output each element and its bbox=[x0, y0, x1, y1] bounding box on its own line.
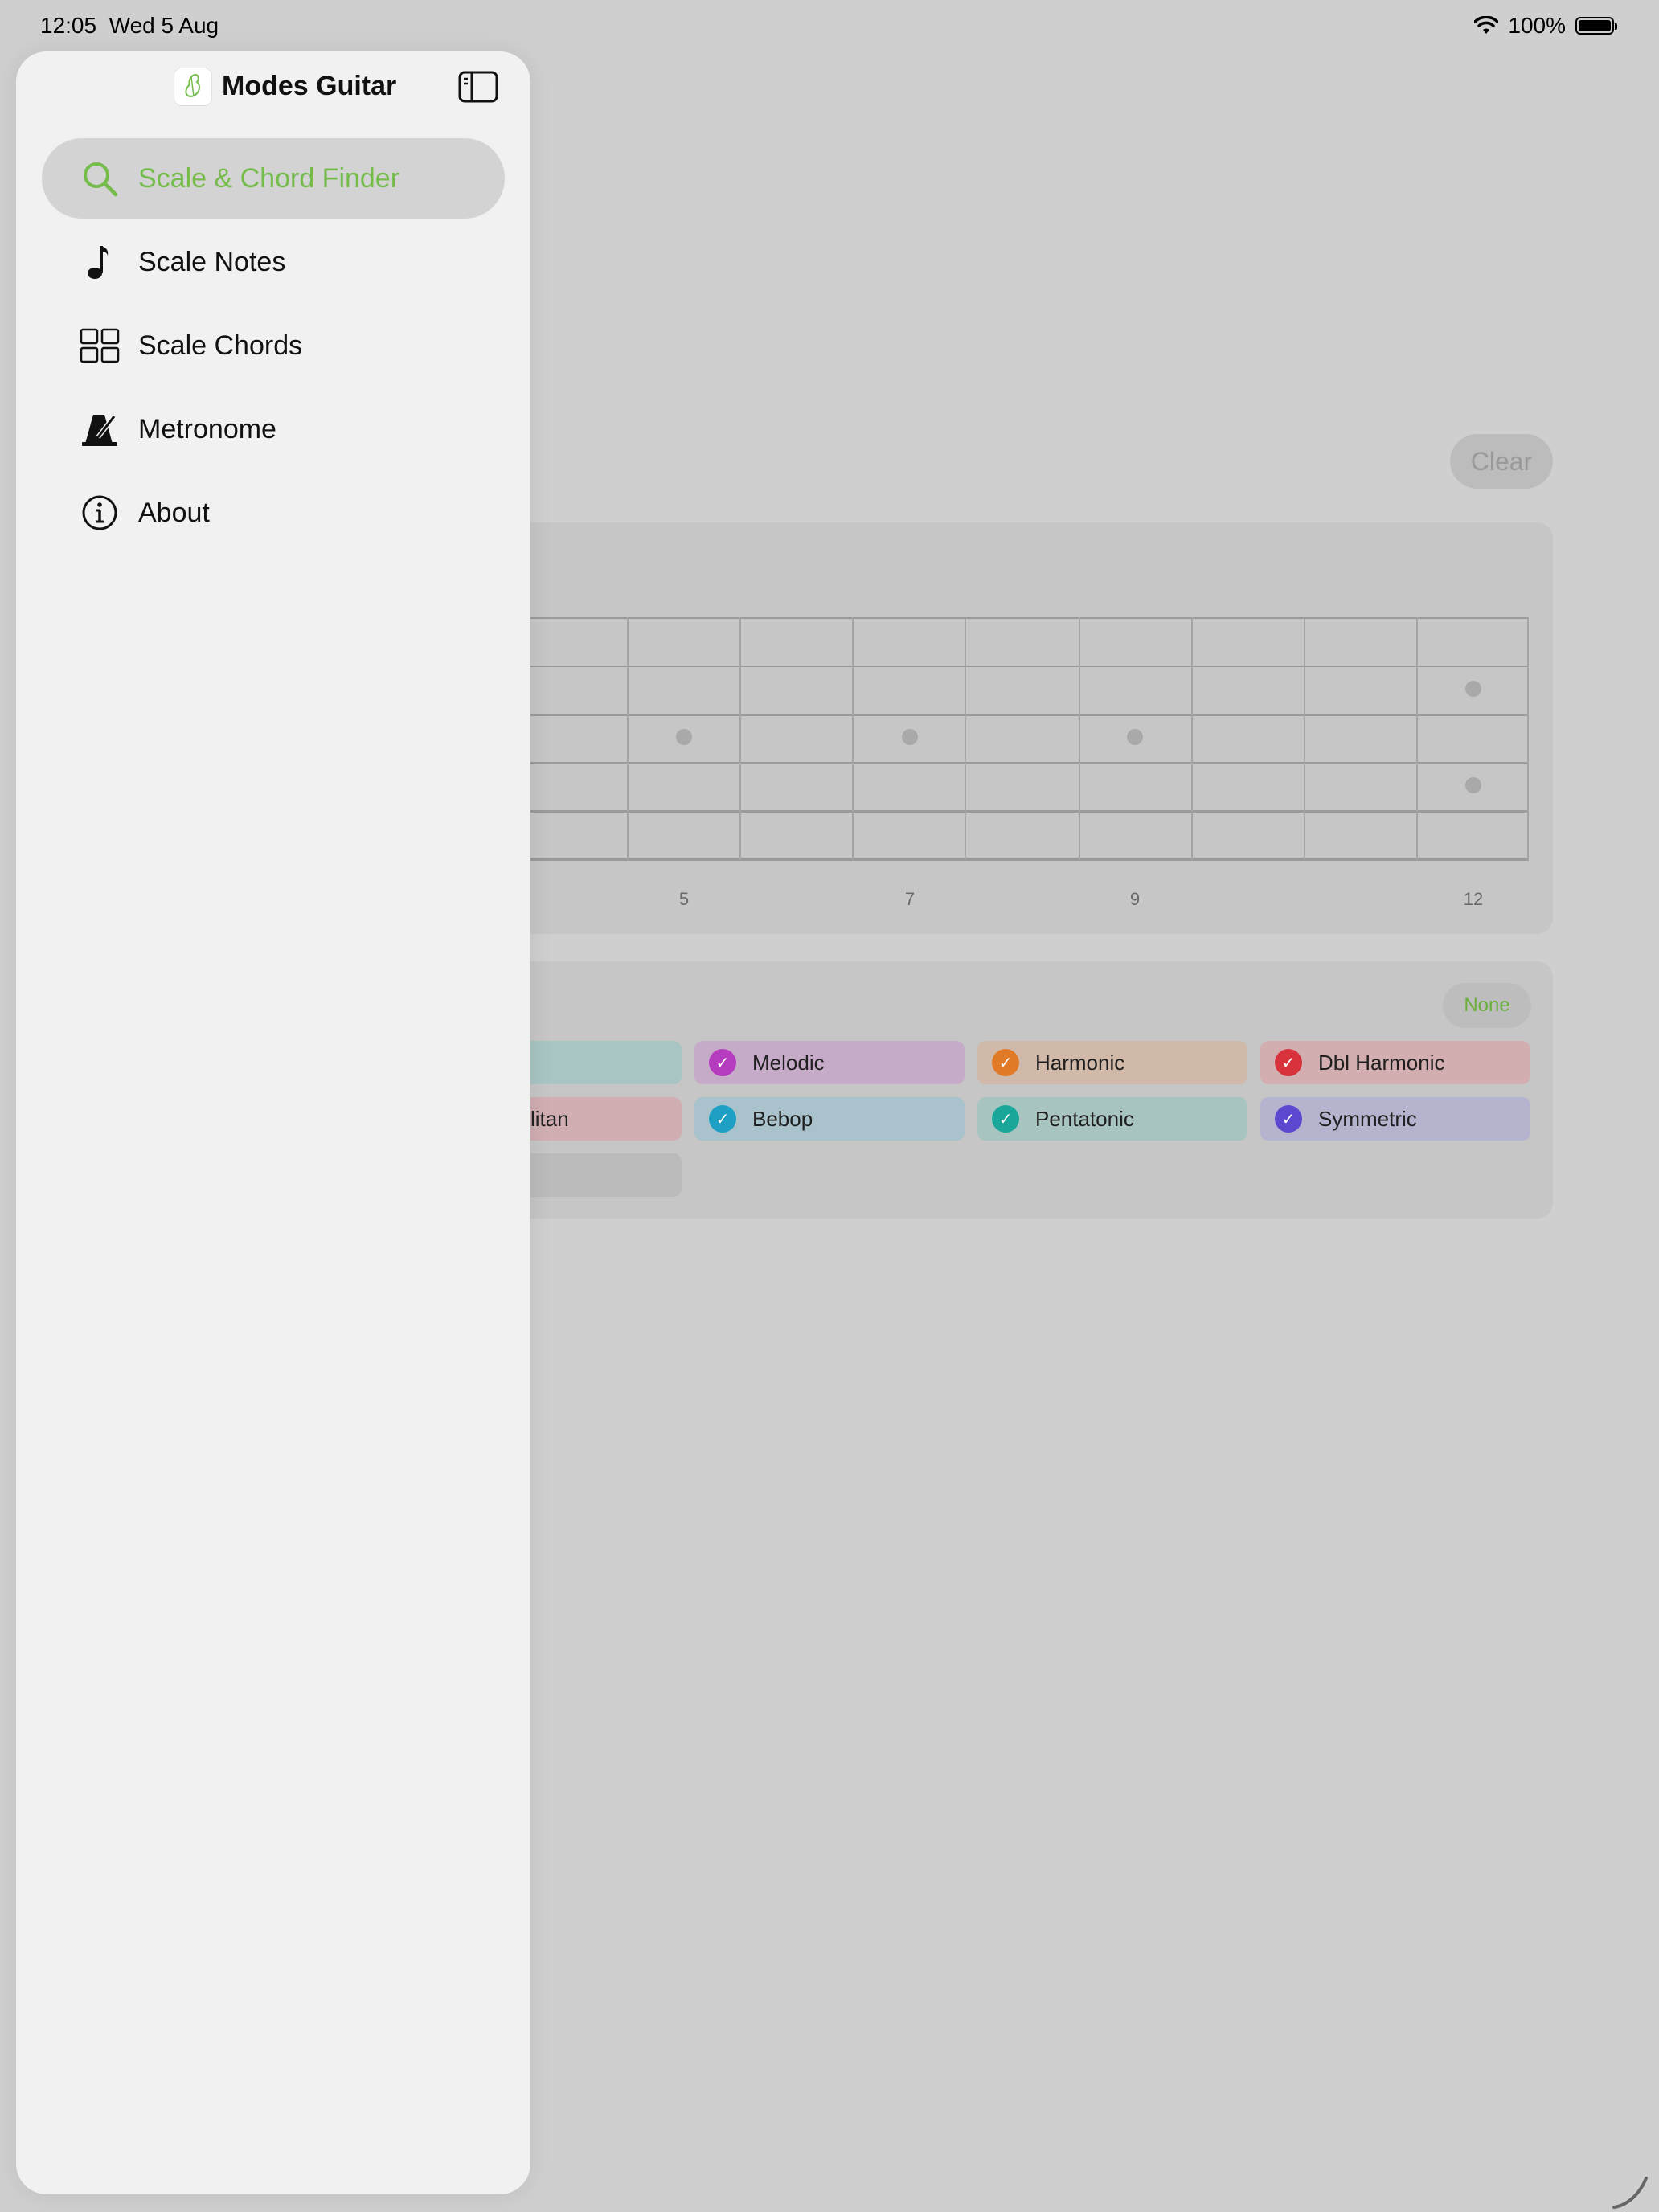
fret bbox=[965, 617, 966, 860]
info-icon bbox=[79, 492, 121, 534]
check-icon: ✓ bbox=[1275, 1105, 1302, 1133]
sidebar-item-label: Scale & Chord Finder bbox=[138, 162, 400, 194]
category-chip-pentatonic[interactable]: ✓ Pentatonic bbox=[977, 1097, 1247, 1141]
fret-inlay bbox=[1465, 681, 1481, 697]
category-chip-melodic[interactable]: ✓ Melodic bbox=[694, 1041, 965, 1084]
chip-label: litan bbox=[530, 1106, 569, 1131]
battery-percent: 100% bbox=[1508, 13, 1566, 38]
clock-time: 12:05 bbox=[40, 13, 97, 38]
app-title: Modes Guitar bbox=[222, 71, 397, 101]
chip-label: Melodic bbox=[752, 1050, 825, 1075]
check-icon: ✓ bbox=[992, 1049, 1019, 1076]
clear-button[interactable]: Clear bbox=[1450, 434, 1553, 489]
category-chip-bebop[interactable]: ✓ Bebop bbox=[694, 1097, 965, 1141]
sidebar-item-label: Metronome bbox=[138, 413, 276, 444]
search-icon bbox=[79, 158, 121, 199]
status-time: 12:05 Wed 5 Aug bbox=[40, 13, 219, 39]
sidebar-item-label: Scale Chords bbox=[138, 330, 303, 361]
fret bbox=[739, 617, 741, 860]
status-bar: 12:05 Wed 5 Aug 100% bbox=[0, 0, 1659, 51]
music-note-icon bbox=[79, 241, 121, 283]
fret-number: 9 bbox=[1129, 889, 1141, 909]
clock-date: Wed 5 Aug bbox=[109, 13, 219, 38]
fret-number: 7 bbox=[904, 889, 916, 909]
battery-icon bbox=[1575, 17, 1617, 35]
chip-label: Dbl Harmonic bbox=[1318, 1050, 1445, 1075]
fret bbox=[1304, 617, 1305, 860]
fret bbox=[852, 617, 854, 860]
check-icon: ✓ bbox=[1275, 1049, 1302, 1076]
check-icon: ✓ bbox=[992, 1105, 1019, 1133]
grid-icon bbox=[79, 325, 121, 367]
fret-inlay bbox=[1465, 777, 1481, 793]
category-chip-dbl-harmonic[interactable]: ✓ Dbl Harmonic bbox=[1260, 1041, 1530, 1084]
sidebar-item-scale-notes[interactable]: Scale Notes bbox=[42, 222, 505, 302]
chip-label: Symmetric bbox=[1318, 1106, 1417, 1131]
wifi-icon bbox=[1474, 16, 1499, 34]
home-indicator-corner bbox=[1612, 2177, 1648, 2209]
chip-label: Pentatonic bbox=[1035, 1106, 1134, 1131]
fret bbox=[627, 617, 629, 860]
check-icon: ✓ bbox=[709, 1049, 736, 1076]
sidebar-item-label: About bbox=[138, 497, 210, 528]
sidebar-item-label: Scale Notes bbox=[138, 246, 286, 277]
chip-label: Harmonic bbox=[1035, 1050, 1125, 1075]
guitar-icon bbox=[185, 73, 200, 97]
fret-inlay bbox=[676, 729, 692, 745]
fret bbox=[1527, 617, 1529, 860]
sidebar-item-metronome[interactable]: Metronome bbox=[42, 389, 505, 469]
guitar-app-icon bbox=[174, 68, 212, 106]
category-chip-symmetric[interactable]: ✓ Symmetric bbox=[1260, 1097, 1530, 1141]
check-icon: ✓ bbox=[709, 1105, 736, 1133]
sidebar-item-scale-chords[interactable]: Scale Chords bbox=[42, 305, 505, 386]
battery-fill bbox=[1579, 20, 1611, 31]
fret-inlay bbox=[1127, 729, 1143, 745]
fret bbox=[1079, 617, 1080, 860]
fret-number: 5 bbox=[678, 889, 690, 909]
sidebar-item-scale-chord-finder[interactable]: Scale & Chord Finder bbox=[42, 138, 505, 219]
category-chip-harmonic[interactable]: ✓ Harmonic bbox=[977, 1041, 1247, 1084]
fret-number: 12 bbox=[1463, 889, 1484, 909]
status-indicators: 100% bbox=[1474, 13, 1617, 39]
sidebar: Modes Guitar Scale & Chord Finder Scale … bbox=[16, 51, 530, 2194]
fret bbox=[1416, 617, 1418, 860]
sidebar-header: Modes Guitar bbox=[16, 51, 530, 122]
none-button[interactable]: None bbox=[1443, 983, 1531, 1028]
fret-inlay bbox=[902, 729, 918, 745]
chip-label: Bebop bbox=[752, 1106, 813, 1131]
fret bbox=[1191, 617, 1193, 860]
sidebar-item-about[interactable]: About bbox=[42, 473, 505, 553]
metronome-icon bbox=[79, 408, 121, 450]
sidebar-toggle-icon[interactable] bbox=[458, 71, 498, 103]
